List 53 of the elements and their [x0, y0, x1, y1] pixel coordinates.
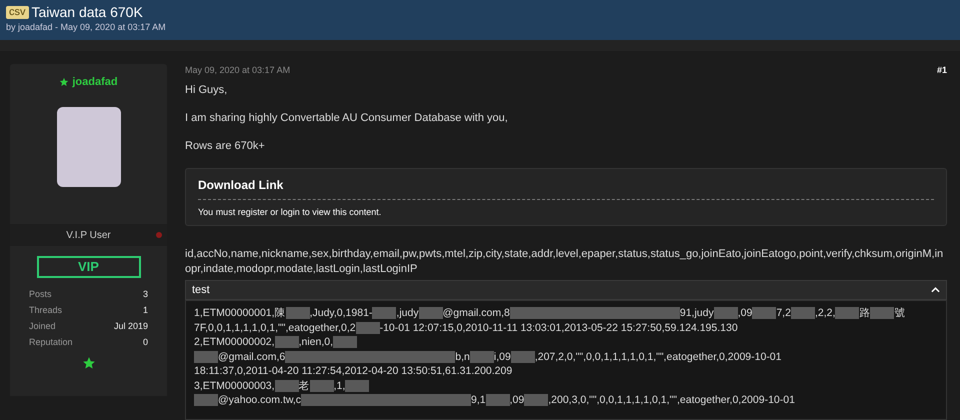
redacted-blur: [274, 336, 299, 348]
redacted-blur: [470, 350, 494, 363]
star-icon: [82, 356, 96, 370]
data-line: 1,ETM00000001,陳 ,Judy,0,1981- ,judy @gmail.com,8 91,judy ,09 7,2 ,2,2, 路 號: [194, 306, 906, 320]
stat-value: Jul 2019: [114, 320, 148, 332]
stat-label: Threads: [29, 304, 62, 316]
data-line: 18:11:37,0,2011-04-20 11:27:54,2012-04-20 13:50:51,61.31.200.209: [194, 364, 514, 378]
data-line: @yahoo.com.tw,c 9,1 ,09 ,200,3,0,"",0,0,1,1,1,1,0,1,"",eatogether,0,2009-10-01: [194, 393, 938, 408]
redacted-blur: [194, 394, 218, 406]
vip-badge: VIP: [36, 256, 140, 278]
redacted-blur: [870, 307, 894, 320]
redacted-blur: [835, 307, 860, 320]
stat-value: 0: [142, 336, 148, 348]
stat-label: Joined: [29, 320, 56, 332]
redacted-blur: [333, 336, 358, 348]
redacted-blur: [790, 307, 815, 320]
stat-label: Posts: [29, 288, 52, 300]
redacted-blur: [310, 380, 334, 392]
spoiler-header[interactable]: test: [185, 280, 947, 300]
data-line: 3,ETM00000003, 老 ,1,: [194, 378, 938, 393]
redacted-blur: [510, 350, 535, 363]
data-line: @gmail.com,6 b,n i,09 ,207,2,0,"",0,0,1,1,1,1,0,1,"",eatogether,0,2009-10-01: [194, 350, 938, 364]
redacted-blur: [524, 394, 548, 406]
post-text: I am sharing highly Convertable AU Consumer Database with you,: [185, 112, 509, 124]
login-notice: You must register or login to view this content.: [198, 206, 382, 219]
post-date: May 09, 2020 at 03:17 AM: [185, 64, 290, 77]
stat-label: Reputation: [29, 336, 73, 348]
post-number[interactable]: #1: [936, 64, 947, 78]
stat-value: 3: [142, 288, 148, 300]
thread-byline: by joadafad - May 09, 2020 at 03:17 AM: [6, 21, 167, 34]
redacted-blur: [486, 394, 510, 406]
stat-value: 1: [142, 304, 148, 316]
box-title: Download Link: [198, 176, 284, 194]
redacted-blur: [274, 380, 299, 392]
prefix-tag: csv: [6, 6, 28, 18]
user-role: V.I.P User: [66, 228, 111, 242]
redacted-blur: [356, 322, 380, 334]
redacted-blur: [372, 307, 396, 320]
redacted-blur: [752, 307, 776, 320]
redacted-blur: [714, 307, 738, 320]
star-icon: [59, 77, 70, 88]
spoiler-title: test: [192, 282, 210, 298]
redacted-blur: [345, 380, 370, 392]
redacted-blur: [286, 307, 310, 320]
data-line: 7F,0,0,1,1,1,1,0,1,"",eatogether,0,2 -10-01 12:07:15,0,2010-11-11 13:03:01,2013-05-22 15:27:50,59.124.195.130: [194, 320, 739, 335]
redacted-blur: [418, 307, 443, 320]
username-link[interactable]: joadafad: [72, 74, 118, 90]
post-text: Rows are 670k+: [185, 140, 266, 152]
post-text: Hi Guys,: [185, 84, 228, 96]
redacted-blur: [194, 350, 218, 363]
data-line: 2,ETM00000002, ,nien,0,: [194, 335, 938, 350]
column-header-text: id,accNo,name,nickname,sex,birthday,email,pw,pwts,mtel,zip,city,state,addr,level,epaper,status,status_go,joinEato,joinEatogo,point,verify,chksum,originM,inopr,indate,modopr,modate,lastLogin,lastLoginIP: [185, 247, 944, 277]
thread-title: Taiwan data 670K: [32, 4, 143, 20]
